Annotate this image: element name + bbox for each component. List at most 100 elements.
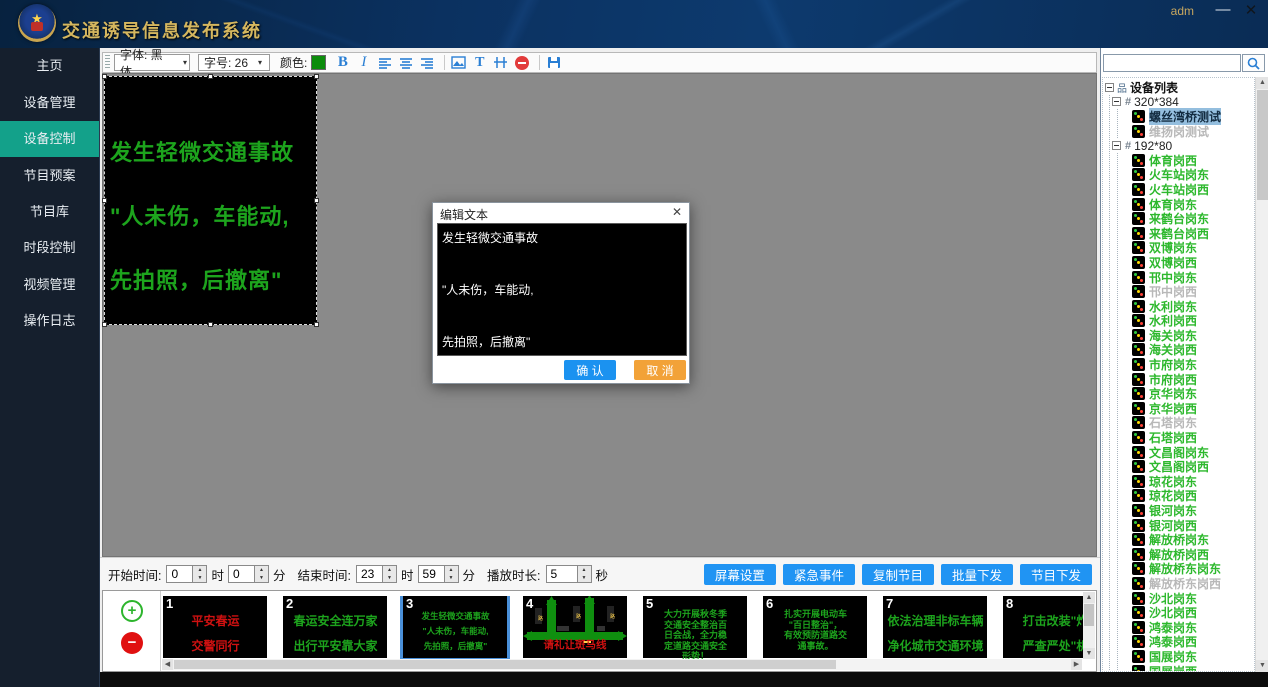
device-item-解放桥东岗西[interactable]: 解放桥东岗西	[1118, 576, 1254, 591]
collapse-icon[interactable]	[1105, 83, 1114, 92]
program-thumb-2[interactable]: 2春运安全连万家出行平安靠大家	[283, 596, 387, 658]
program-thumb-3[interactable]: 3发生轻微交通事故"人未伤，车能动,先拍照，后撤离"	[403, 596, 507, 658]
sidebar-item-6[interactable]: 时段控制	[0, 230, 99, 266]
device-item-沙北岗东[interactable]: 沙北岗东	[1118, 591, 1254, 606]
device-item-国展岗东[interactable]: 国展岗东	[1118, 649, 1254, 664]
device-item-双博岗西[interactable]: 双博岗西	[1118, 255, 1254, 270]
device-item-海关岗东[interactable]: 海关岗东	[1118, 328, 1254, 343]
start-hour-input[interactable]	[166, 565, 193, 583]
resize-handle[interactable]	[314, 322, 319, 327]
sidebar-item-7[interactable]: 视频管理	[0, 267, 99, 303]
duration-input[interactable]	[546, 565, 578, 583]
program-thumb-5[interactable]: 5大力开展秋冬季交通安全整治百日会战，全力稳定道路交通安全形势！	[643, 596, 747, 658]
device-item-火车站岗西[interactable]: 火车站岗西	[1118, 182, 1254, 197]
device-item-火车站岗东[interactable]: 火车站岗东	[1118, 168, 1254, 183]
action-button-复制节目[interactable]: 复制节目	[862, 564, 934, 585]
resize-handle[interactable]	[102, 74, 107, 79]
start-minute-input[interactable]	[228, 565, 255, 583]
program-thumb-6[interactable]: 6扎实开展电动车"百日整治"，有效预防道路交通事故。	[763, 596, 867, 658]
resize-handle[interactable]	[102, 322, 107, 327]
device-item-体育岗东[interactable]: 体育岗东	[1118, 197, 1254, 212]
font-size-select[interactable]: 字号: 26 ▾	[198, 54, 270, 71]
close-icon[interactable]: ✕	[1242, 1, 1260, 19]
spinner-up-icon[interactable]: ▲	[578, 566, 591, 574]
search-input[interactable]	[1103, 54, 1241, 72]
font-family-select[interactable]: 字体: 黑体 ▾	[114, 54, 190, 71]
horizontal-scrollbar[interactable]: ◀ ▶	[162, 659, 1082, 670]
device-item-琼花岗西[interactable]: 琼花岗西	[1118, 489, 1254, 504]
layout-icon[interactable]	[492, 54, 509, 71]
program-thumb-8[interactable]: 8打击改装"炸严查严处"机	[1003, 596, 1083, 658]
scrollbar-thumb[interactable]	[1257, 90, 1268, 200]
bold-button[interactable]: B	[334, 54, 351, 71]
spinner-down-icon[interactable]: ▼	[193, 574, 206, 582]
device-item-市府岗东[interactable]: 市府岗东	[1118, 357, 1254, 372]
spinner-down-icon[interactable]: ▼	[445, 574, 458, 582]
vertical-scrollbar[interactable]: ▲ ▼	[1083, 592, 1095, 659]
device-item-文昌阁岗西[interactable]: 文昌阁岗西	[1118, 459, 1254, 474]
scroll-left-icon[interactable]: ◀	[162, 659, 173, 670]
spinner-down-icon[interactable]: ▼	[255, 574, 268, 582]
device-item-解放桥岗东[interactable]: 解放桥岗东	[1118, 532, 1254, 547]
device-item-来鹤台岗东[interactable]: 来鹤台岗东	[1118, 211, 1254, 226]
sidebar-item-2[interactable]: 设备管理	[0, 85, 99, 121]
scroll-up-icon[interactable]: ▲	[1083, 592, 1095, 603]
spinner-up-icon[interactable]: ▲	[193, 566, 206, 574]
device-item-石塔岗西[interactable]: 石塔岗西	[1118, 430, 1254, 445]
search-button[interactable]	[1242, 54, 1265, 72]
device-item-国展岗西[interactable]: 国展岗西	[1118, 664, 1254, 672]
confirm-button[interactable]: 确 认	[564, 360, 616, 380]
device-item-邗中岗东[interactable]: 邗中岗东	[1118, 270, 1254, 285]
tree-scrollbar[interactable]: ▲ ▼	[1255, 77, 1268, 672]
action-button-节目下发[interactable]: 节目下发	[1020, 564, 1092, 585]
scroll-right-icon[interactable]: ▶	[1071, 659, 1082, 670]
end-hour-input[interactable]	[356, 565, 383, 583]
end-minute-input[interactable]	[418, 565, 445, 583]
scrollbar-thumb[interactable]	[174, 660, 836, 669]
color-swatch[interactable]	[311, 55, 326, 70]
device-item-来鹤台岗西[interactable]: 来鹤台岗西	[1118, 226, 1254, 241]
remove-icon[interactable]	[513, 54, 530, 71]
program-thumb-4[interactable]: 4 路 路 路 请礼让斑马线	[523, 596, 627, 658]
action-button-紧急事件[interactable]: 紧急事件	[783, 564, 855, 585]
device-item-体育岗西[interactable]: 体育岗西	[1118, 153, 1254, 168]
device-item-双博岗东[interactable]: 双博岗东	[1118, 241, 1254, 256]
sidebar-item-8[interactable]: 操作日志	[0, 303, 99, 339]
add-program-button[interactable]: +	[121, 600, 143, 622]
scrollbar-thumb[interactable]	[1084, 604, 1094, 626]
device-item-文昌阁岗东[interactable]: 文昌阁岗东	[1118, 445, 1254, 460]
device-item-解放桥东岗东[interactable]: 解放桥东岗东	[1118, 562, 1254, 577]
device-item-鸿泰岗东[interactable]: 鸿泰岗东	[1118, 620, 1254, 635]
sidebar-item-4[interactable]: 节目预案	[0, 158, 99, 194]
dialog-close-icon[interactable]: ✕	[672, 205, 682, 219]
action-button-屏幕设置[interactable]: 屏幕设置	[704, 564, 776, 585]
tree-group-192*80[interactable]: #192*80	[1110, 138, 1254, 153]
tree-root[interactable]: 品设备列表	[1103, 80, 1254, 95]
toolbar-grip[interactable]	[105, 55, 110, 70]
dialog-textarea[interactable]: 发生轻微交通事故 "人未伤，车能动, 先拍照，后撤离"	[437, 223, 687, 356]
italic-button[interactable]: I	[355, 54, 372, 71]
scroll-up-icon[interactable]: ▲	[1256, 77, 1268, 89]
device-item-水利岗西[interactable]: 水利岗西	[1118, 314, 1254, 329]
device-item-银河岗西[interactable]: 银河岗西	[1118, 518, 1254, 533]
device-item-维扬岗测试[interactable]: 维扬岗测试	[1118, 124, 1254, 139]
spinner-down-icon[interactable]: ▼	[383, 574, 396, 582]
resize-handle[interactable]	[208, 74, 213, 79]
cancel-button[interactable]: 取 消	[634, 360, 686, 380]
device-item-鸿泰岗西[interactable]: 鸿泰岗西	[1118, 635, 1254, 650]
scroll-down-icon[interactable]: ▼	[1083, 648, 1095, 659]
device-item-石塔岗东[interactable]: 石塔岗东	[1118, 416, 1254, 431]
device-item-市府岗西[interactable]: 市府岗西	[1118, 372, 1254, 387]
device-item-京华岗东[interactable]: 京华岗东	[1118, 386, 1254, 401]
led-preview[interactable]: 发生轻微交通事故 "人未伤，车能动, 先拍照，后撤离"	[104, 76, 317, 325]
device-item-沙北岗西[interactable]: 沙北岗西	[1118, 605, 1254, 620]
action-button-批量下发[interactable]: 批量下发	[941, 564, 1013, 585]
tree-group-320*384[interactable]: #320*384	[1110, 95, 1254, 110]
sidebar-item-3[interactable]: 设备控制	[0, 121, 99, 157]
device-item-海关岗西[interactable]: 海关岗西	[1118, 343, 1254, 358]
delete-program-button[interactable]: −	[121, 632, 143, 654]
device-item-螺丝湾桥测试[interactable]: 螺丝湾桥测试	[1118, 109, 1254, 124]
text-tool-button[interactable]: T	[471, 54, 488, 71]
sidebar-item-5[interactable]: 节目库	[0, 194, 99, 230]
collapse-icon[interactable]	[1112, 97, 1121, 106]
